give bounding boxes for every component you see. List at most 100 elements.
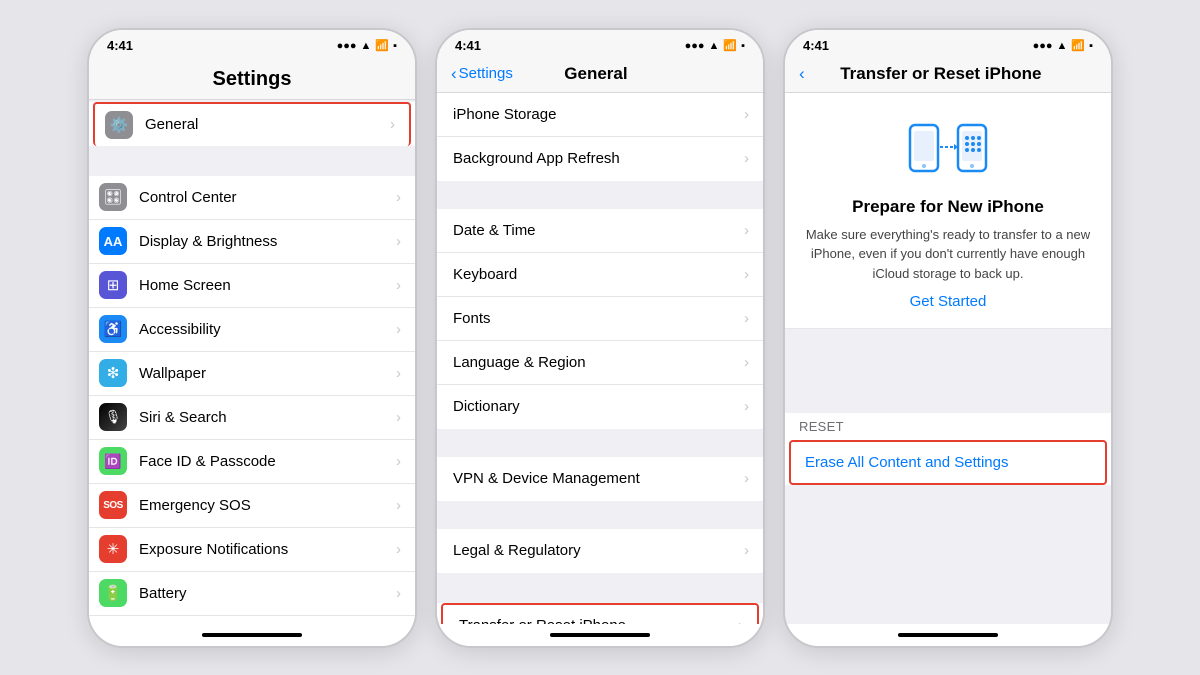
label-keyboard: Keyboard bbox=[453, 266, 744, 283]
settings-content-1: ⚙️ General › 🎛 Control Center › AA Displ… bbox=[89, 100, 415, 624]
label-iphone-storage: iPhone Storage bbox=[453, 106, 744, 123]
chevron-exposure: › bbox=[396, 541, 401, 558]
nav-bar-2: ‹ Settings General bbox=[437, 58, 763, 93]
settings-row-exposure[interactable]: ✳ Exposure Notifications › bbox=[89, 528, 415, 572]
label-faceid: Face ID & Passcode bbox=[139, 453, 392, 470]
icon-emergency-sos: SOS bbox=[99, 491, 127, 519]
reset-section: Reset Erase All Content and Settings bbox=[785, 413, 1111, 485]
chevron-date-time: › bbox=[744, 222, 749, 239]
row-dictionary[interactable]: Dictionary › bbox=[437, 385, 763, 429]
time-1: 4:41 bbox=[107, 38, 133, 53]
settings-row-general[interactable]: ⚙️ General › bbox=[93, 102, 411, 146]
settings-row-control-center[interactable]: 🎛 Control Center › bbox=[89, 176, 415, 220]
settings-row-siri[interactable]: 🎙 Siri & Search › bbox=[89, 396, 415, 440]
settings-row-accessibility[interactable]: ♿ Accessibility › bbox=[89, 308, 415, 352]
group-vpn: VPN & Device Management › bbox=[437, 457, 763, 501]
gap-g1 bbox=[437, 181, 763, 209]
row-date-time[interactable]: Date & Time › bbox=[437, 209, 763, 253]
chevron-language-region: › bbox=[744, 354, 749, 371]
settings-row-battery[interactable]: 🔋 Battery › bbox=[89, 572, 415, 616]
settings-nav-title: Settings bbox=[103, 68, 401, 91]
gap-g2 bbox=[437, 429, 763, 457]
row-transfer-reset[interactable]: Transfer or Reset iPhone › bbox=[441, 603, 759, 624]
label-fonts: Fonts bbox=[453, 310, 744, 327]
phone-general: 4:41 ●●● ▲ 📶 ▪ ‹ Settings General iPhone… bbox=[435, 28, 765, 648]
chevron-siri: › bbox=[396, 409, 401, 426]
battery-icon-3: ▪ bbox=[1089, 40, 1093, 52]
row-language-region[interactable]: Language & Region › bbox=[437, 341, 763, 385]
group-legal: Legal & Regulatory › bbox=[437, 529, 763, 573]
settings-row-privacy[interactable]: ✋ Privacy › bbox=[89, 616, 415, 624]
label-dictionary: Dictionary bbox=[453, 398, 744, 415]
reset-gap-area bbox=[785, 329, 1111, 389]
status-icons-2: ●●● ▲ 📶 ▪ bbox=[685, 39, 745, 52]
label-accessibility: Accessibility bbox=[139, 321, 392, 338]
icon-accessibility: ♿ bbox=[99, 315, 127, 343]
home-indicator-2 bbox=[437, 624, 763, 646]
settings-row-display[interactable]: AA Display & Brightness › bbox=[89, 220, 415, 264]
label-control-center: Control Center bbox=[139, 189, 392, 206]
icon-siri: 🎙 bbox=[99, 403, 127, 431]
row-iphone-storage[interactable]: iPhone Storage › bbox=[437, 93, 763, 137]
time-2: 4:41 bbox=[455, 38, 481, 53]
icon-battery: 🔋 bbox=[99, 579, 127, 607]
wifi-icon-3: ▲ bbox=[1057, 40, 1068, 52]
chevron-general: › bbox=[390, 116, 395, 133]
group-general: ⚙️ General › bbox=[89, 102, 415, 146]
row-erase-all[interactable]: Erase All Content and Settings bbox=[789, 440, 1107, 485]
row-keyboard[interactable]: Keyboard › bbox=[437, 253, 763, 297]
wifi-icon-2: ▲ bbox=[709, 40, 720, 52]
chevron-emergency-sos: › bbox=[396, 497, 401, 514]
settings-header-1: Settings bbox=[89, 58, 415, 100]
row-vpn[interactable]: VPN & Device Management › bbox=[437, 457, 763, 501]
status-bar-3: 4:41 ●●● ▲ 📶 ▪ bbox=[785, 30, 1111, 58]
wifi-icon-1: ▲ bbox=[361, 40, 372, 52]
icon-general: ⚙️ bbox=[105, 111, 133, 139]
home-indicator-1 bbox=[89, 624, 415, 646]
settings-row-faceid[interactable]: 🆔 Face ID & Passcode › bbox=[89, 440, 415, 484]
label-legal: Legal & Regulatory bbox=[453, 542, 744, 559]
wifi-symbol-2: 📶 bbox=[723, 39, 737, 52]
settings-row-home-screen[interactable]: ⊞ Home Screen › bbox=[89, 264, 415, 308]
chevron-accessibility: › bbox=[396, 321, 401, 338]
row-legal[interactable]: Legal & Regulatory › bbox=[437, 529, 763, 573]
label-wallpaper: Wallpaper bbox=[139, 365, 392, 382]
chevron-vpn: › bbox=[744, 470, 749, 487]
transfer-hero: Prepare for New iPhone Make sure everyth… bbox=[785, 93, 1111, 330]
home-bar-1 bbox=[202, 633, 302, 637]
phone-transfer-reset: 4:41 ●●● ▲ 📶 ▪ ‹ Transfer or Reset iPhon… bbox=[783, 28, 1113, 648]
label-date-time: Date & Time bbox=[453, 222, 744, 239]
get-started-link[interactable]: Get Started bbox=[910, 293, 987, 310]
settings-row-emergency-sos[interactable]: SOS Emergency SOS › bbox=[89, 484, 415, 528]
row-background-app[interactable]: Background App Refresh › bbox=[437, 137, 763, 181]
status-icons-1: ●●● ▲ 📶 ▪ bbox=[337, 39, 397, 52]
label-battery: Battery bbox=[139, 585, 392, 602]
back-label-2: Settings bbox=[459, 65, 513, 82]
label-home-screen: Home Screen bbox=[139, 277, 392, 294]
chevron-iphone-storage: › bbox=[744, 106, 749, 123]
label-emergency-sos: Emergency SOS bbox=[139, 497, 392, 514]
settings-row-wallpaper[interactable]: ❇ Wallpaper › bbox=[89, 352, 415, 396]
label-erase-all: Erase All Content and Settings bbox=[805, 454, 1008, 471]
icon-wallpaper: ❇ bbox=[99, 359, 127, 387]
group-gap-1 bbox=[89, 148, 415, 176]
chevron-background-app: › bbox=[744, 150, 749, 167]
nav-bar-3: ‹ Transfer or Reset iPhone bbox=[785, 58, 1111, 93]
reset-section-label: Reset bbox=[785, 413, 1111, 438]
label-display: Display & Brightness bbox=[139, 233, 392, 250]
icon-display: AA bbox=[99, 227, 127, 255]
chevron-dictionary: › bbox=[744, 398, 749, 415]
label-general: General bbox=[145, 116, 386, 133]
back-chevron-2: ‹ bbox=[451, 64, 457, 84]
home-bar-2 bbox=[550, 633, 650, 637]
chevron-battery: › bbox=[396, 585, 401, 602]
transfer-iphones-icon bbox=[908, 117, 988, 182]
chevron-fonts: › bbox=[744, 310, 749, 327]
nav-title-2: General bbox=[513, 64, 679, 84]
row-fonts[interactable]: Fonts › bbox=[437, 297, 763, 341]
label-background-app: Background App Refresh bbox=[453, 150, 744, 167]
chevron-control-center: › bbox=[396, 189, 401, 206]
wifi-symbol-3: 📶 bbox=[1071, 39, 1085, 52]
back-button-2[interactable]: ‹ Settings bbox=[451, 64, 513, 84]
icon-control-center: 🎛 bbox=[99, 183, 127, 211]
